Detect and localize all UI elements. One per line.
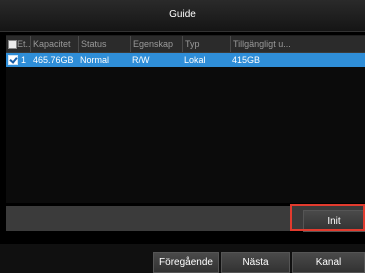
window-title: Guide [169, 9, 196, 20]
select-all-checkbox[interactable] [8, 40, 17, 49]
row-type: Lokal [184, 55, 206, 65]
row-free: 415GB [232, 55, 261, 65]
column-header-capacity[interactable]: Kapacitet [30, 36, 78, 52]
row-no: 1 [21, 55, 27, 65]
next-button[interactable]: Nästa [221, 252, 290, 273]
column-header-status[interactable]: Status [78, 36, 130, 52]
init-button[interactable]: Init [303, 210, 365, 232]
row-status: Normal [80, 55, 110, 65]
row-property: R/W [132, 55, 150, 65]
column-header-property[interactable]: Egenskap [130, 36, 182, 52]
column-header-no: Et... [17, 39, 30, 49]
table-header: Et... Kapacitet Status Egenskap Typ Till… [6, 36, 365, 53]
row-checkbox[interactable] [8, 55, 18, 65]
action-bar: Init [6, 206, 365, 232]
column-header-select[interactable]: Et... [6, 36, 30, 52]
column-header-type[interactable]: Typ [182, 36, 230, 52]
footer-bar: Föregående Nästa Kanal [0, 244, 365, 273]
row-capacity: 465.76GB [33, 55, 74, 65]
hdd-table: Et... Kapacitet Status Egenskap Typ Till… [6, 35, 365, 203]
title-bar: Guide [0, 0, 365, 32]
column-header-free[interactable]: Tillgängligt u... [230, 36, 365, 52]
table-row[interactable]: 1 465.76GB Normal R/W Lokal 415GB [6, 53, 365, 67]
channel-button[interactable]: Kanal [292, 252, 365, 273]
guide-dialog: Guide Et... Kapacitet Status Egenskap Ty… [0, 0, 365, 273]
previous-button[interactable]: Föregående [153, 252, 219, 273]
